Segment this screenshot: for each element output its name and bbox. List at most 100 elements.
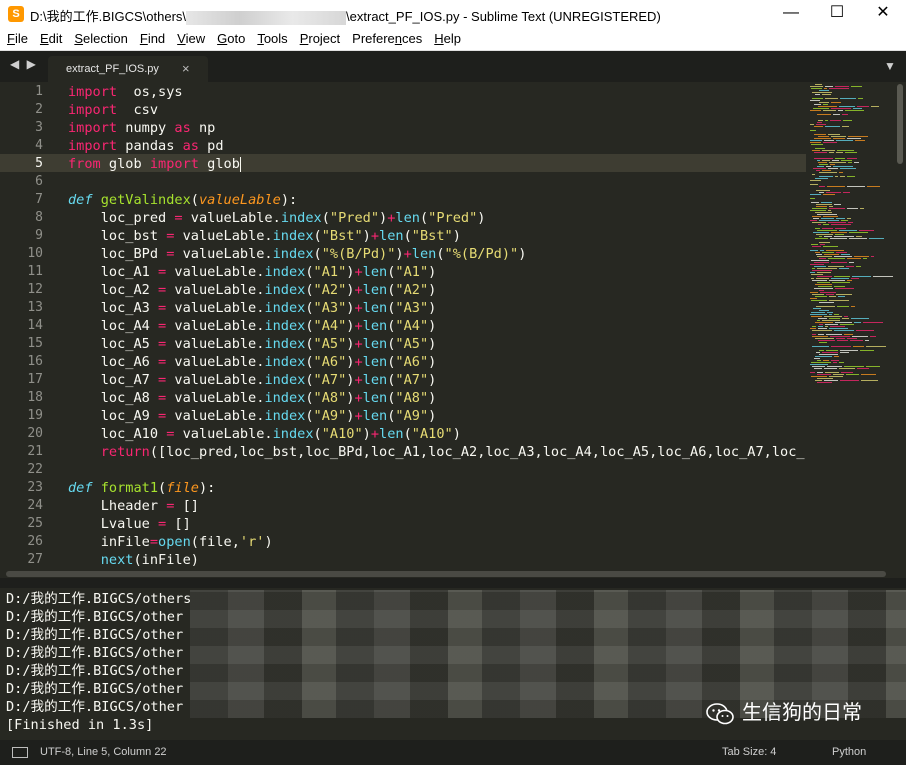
code-line[interactable]: loc_A9 = valueLable.index("A9")+len("A9"… [68,407,437,425]
minimap-line [866,346,886,347]
menu-help[interactable]: Help [427,28,466,46]
code-token: ( [321,210,330,226]
code-token: "A6" [395,354,429,370]
menu-file[interactable]: File [0,28,33,46]
menu-view[interactable]: View [170,28,210,46]
code-line[interactable]: Lvalue = [] [68,515,191,533]
code-line[interactable]: inFile=open(file,'r') [68,533,273,551]
code-token: next [100,552,134,568]
code-token: ): [198,480,216,496]
code-token: ) [452,426,461,442]
minimap-line [812,222,826,223]
code-line[interactable]: next(inFile) [68,551,199,569]
code-line[interactable]: loc_A8 = valueLable.index("A8")+len("A8"… [68,389,437,407]
code-line[interactable]: loc_A10 = valueLable.index("A10")+len("A… [68,425,461,443]
code-token: loc_A6 [68,354,159,370]
panel-divider[interactable] [0,578,906,588]
tab-close-icon[interactable]: × [182,61,190,76]
code-line[interactable]: import numpy as np [68,119,215,137]
code-area[interactable]: import os,sys import csv import numpy as n… [68,82,808,570]
code-line[interactable]: loc_pred = valueLable.index("Pred")+len(… [68,209,486,227]
code-token: len [362,300,388,316]
code-line[interactable]: loc_BPd = valueLable.index("%(B/Pd)")+le… [68,245,527,263]
menu-selection-label: election [83,31,128,46]
close-window-button[interactable]: ✕ [860,0,906,28]
tab-nav-arrows[interactable]: ◀ ▶ [10,57,38,71]
code-token: return [100,444,150,460]
code-line[interactable]: Lheader = [] [68,497,199,515]
code-editor[interactable]: 1 2 3 4 5 6 7 8 9 10 11 12 13 14 15 16 17 18 19 20 21 22 23 24 2… [0,82,906,577]
minimap-line [810,180,821,181]
code-line[interactable]: loc_A1 = valueLable.index("A1")+len("A1"… [68,263,437,281]
line-number: 21 [27,444,43,459]
code-token: index [264,390,306,406]
menu-edit[interactable]: Edit [33,28,67,46]
code-token: ( [305,264,314,280]
minimap-line [848,136,868,137]
menu-tools[interactable]: Tools [250,28,292,46]
menu-preferences[interactable]: Preferences [345,28,427,46]
code-token: len [362,336,388,352]
tab-list-dropdown-icon[interactable]: ▼ [884,59,896,73]
line-number: 22 [27,462,43,477]
code-line[interactable]: loc_A6 = valueLable.index("A6")+len("A6"… [68,353,437,371]
code-line[interactable]: loc_A5 = valueLable.index("A5")+len("A5"… [68,335,437,353]
minimize-button[interactable]: — [768,0,814,28]
minimap-line [823,360,829,361]
code-line[interactable]: loc_A7 = valueLable.index("A7")+len("A7"… [68,371,437,389]
code-token: = [158,354,167,370]
code-token: valueLable. [182,210,281,226]
minimap-line [817,214,837,215]
code-line[interactable]: loc_bst = valueLable.index("Bst")+len("B… [68,227,461,245]
minimap-line [822,320,840,321]
code-line[interactable]: loc_A2 = valueLable.index("A2")+len("A2"… [68,281,437,299]
code-line[interactable]: import csv [68,101,158,119]
minimap-line [823,194,835,195]
code-token: valueLable. [166,408,265,424]
maximize-button[interactable]: ☐ [814,0,860,28]
code-line[interactable]: def format1(file): [68,479,215,497]
tab-extract-pf-ios[interactable]: extract_PF_IOS.py × [48,56,208,82]
output-finished-line: [Finished in 1.3s] [6,717,154,733]
minimap-line [847,280,852,281]
minimap-line [820,250,824,251]
watermark: 生信狗的日常 [706,696,862,726]
code-line[interactable]: loc_A4 = valueLable.index("A4")+len("A4"… [68,317,437,335]
code-line[interactable]: import os,sys [68,83,183,101]
menu-goto-accel: G [217,31,228,46]
minimap-line [819,350,824,351]
code-token: = [158,282,167,298]
vertical-scrollbar[interactable] [897,84,903,164]
minimap-line [810,184,818,185]
minimap-line [839,268,849,269]
console-toggle-icon[interactable] [12,747,28,758]
minimap-line [817,276,832,277]
minimap-line [819,220,839,221]
menu-selection[interactable]: Selection [67,28,132,46]
status-syntax[interactable]: Python [832,746,866,758]
minimap-line [810,124,814,125]
code-line[interactable]: from glob import glob [68,155,241,173]
code-line[interactable]: loc_A3 = valueLable.index("A3")+len("A3"… [68,299,437,317]
code-line[interactable]: return([loc_pred,loc_bst,loc_BPd,loc_A1,… [68,443,805,461]
menu-find[interactable]: Find [133,28,170,46]
minimap-line [815,148,825,149]
code-line[interactable]: def getValindex(valueLable): [68,191,297,209]
minimap-line [812,336,828,337]
status-tab-size[interactable]: Tab Size: 4 [722,746,776,758]
minimap[interactable] [808,82,896,482]
code-token: + [354,390,363,406]
code-token: "A5" [313,336,347,352]
code-line[interactable]: import pandas as pd [68,137,224,155]
minimap-line [814,262,829,263]
code-token: loc_A1 [68,264,159,280]
minimap-line [810,210,826,211]
code-token: "A2" [395,282,429,298]
minimap-line [826,192,841,193]
code-token: valueLable. [166,354,265,370]
menu-goto[interactable]: Goto [210,28,250,46]
code-token: ) [428,336,437,352]
menu-project[interactable]: Project [293,28,345,46]
code-token: index [264,282,306,298]
horizontal-scrollbar[interactable] [6,571,886,577]
